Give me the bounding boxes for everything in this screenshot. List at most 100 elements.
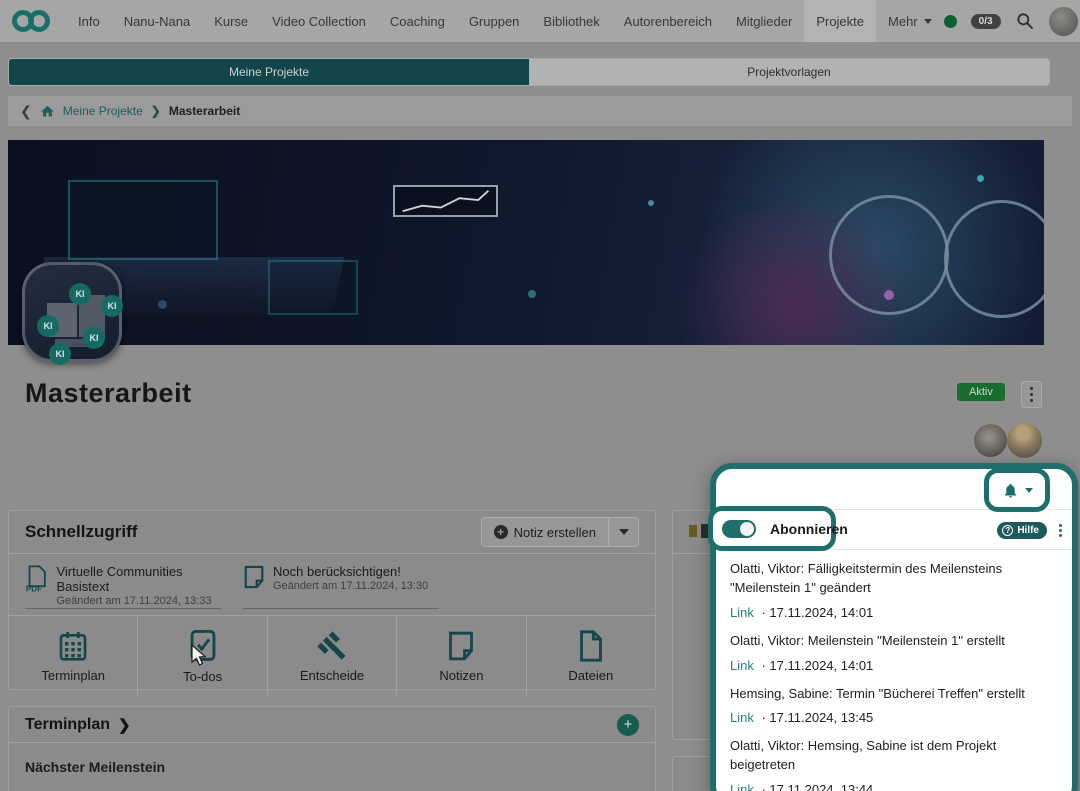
shortcut-label: Notizen bbox=[439, 668, 483, 683]
panel-options-button[interactable] bbox=[1059, 529, 1062, 532]
schedule-title-link[interactable]: Terminplan ❯ bbox=[25, 716, 131, 734]
member-avatar[interactable] bbox=[1007, 423, 1042, 458]
notification-timestamp: · 17.11.2024, 14:01 bbox=[761, 605, 873, 620]
main-nav: Info Nanu-Nana Kurse Video Collection Co… bbox=[66, 0, 944, 42]
notifications-list: Olatti, Viktor: Fälligkeitstermin des Me… bbox=[716, 550, 1072, 791]
ki-badge: KI bbox=[37, 315, 59, 337]
schedule-card: Terminplan ❯ + Nächster Meilenstein bbox=[8, 706, 656, 791]
nav-item-kurse[interactable]: Kurse bbox=[202, 0, 260, 42]
nav-item-mehr[interactable]: Mehr bbox=[876, 0, 944, 42]
mouse-cursor bbox=[190, 644, 208, 668]
nav-item-mitglieder[interactable]: Mitglieder bbox=[724, 0, 804, 42]
home-icon[interactable] bbox=[40, 104, 55, 119]
ki-badge: KI bbox=[69, 283, 91, 305]
nav-item-gruppen[interactable]: Gruppen bbox=[457, 0, 532, 42]
notification-item: Hemsing, Sabine: Termin "Bücherei Treffe… bbox=[730, 685, 1058, 726]
shortcut-label: Dateien bbox=[568, 668, 613, 683]
counter-badge[interactable]: 0/3 bbox=[971, 14, 1001, 29]
help-label: Hilfe bbox=[1017, 525, 1039, 536]
breadcrumb: ❮ Meine Projekte ❯ Masterarbeit bbox=[8, 96, 1072, 126]
next-milestone-label: Nächster Meilenstein bbox=[9, 743, 655, 791]
nav-item-info[interactable]: Info bbox=[66, 0, 112, 42]
infinity-logo-icon[interactable] bbox=[12, 10, 52, 32]
notifications-bell-dropdown[interactable] bbox=[984, 468, 1050, 512]
banner-chart-decoration bbox=[393, 185, 498, 217]
file-link-pdf[interactable]: PDF Virtuelle Communities Basistext Geän… bbox=[25, 564, 221, 609]
online-status-dot bbox=[944, 15, 957, 28]
shortcut-terminplan[interactable]: Terminplan bbox=[9, 616, 137, 696]
nav-item-autorenbereich[interactable]: Autorenbereich bbox=[612, 0, 724, 42]
subscribe-label: Abonnieren bbox=[770, 521, 848, 537]
tab-projektvorlagen[interactable]: Projektvorlagen bbox=[529, 59, 1049, 85]
nav-item-mehr-label: Mehr bbox=[888, 14, 918, 29]
notifications-panel-header bbox=[716, 469, 1072, 510]
search-icon[interactable] bbox=[1015, 11, 1035, 31]
subscribe-row: Abonnieren ? Hilfe bbox=[716, 510, 1072, 550]
create-note-button[interactable]: + Notiz erstellen bbox=[481, 517, 609, 547]
notification-timestamp: · 17.11.2024, 14:01 bbox=[761, 658, 873, 673]
notification-item: Olatti, Viktor: Meilenstein "Meilenstein… bbox=[730, 632, 1058, 673]
help-button[interactable]: ? Hilfe bbox=[997, 522, 1047, 539]
project-banner-image bbox=[8, 140, 1044, 345]
tab-meine-projekte[interactable]: Meine Projekte bbox=[9, 59, 529, 85]
svg-text:PDF: PDF bbox=[26, 585, 42, 594]
project-tabbar: Meine Projekte Projektvorlagen bbox=[8, 58, 1050, 86]
nav-item-video-collection[interactable]: Video Collection bbox=[260, 0, 378, 42]
chevron-down-icon bbox=[1025, 488, 1033, 493]
file-title: Virtuelle Communities Basistext bbox=[56, 564, 221, 594]
notification-item: Olatti, Viktor: Fälligkeitstermin des Me… bbox=[730, 560, 1058, 620]
calendar-icon bbox=[57, 630, 89, 662]
file-meta: Geändert am 17.11.2024, 13:33 bbox=[56, 595, 221, 607]
notification-link[interactable]: Link bbox=[730, 782, 754, 791]
quick-access-title: Schnellzugriff bbox=[25, 522, 137, 542]
member-avatar[interactable] bbox=[974, 424, 1007, 457]
nav-item-nanu-nana[interactable]: Nanu-Nana bbox=[112, 0, 203, 42]
question-icon: ? bbox=[1002, 525, 1013, 536]
project-options-button[interactable] bbox=[1021, 381, 1042, 408]
back-chevron-icon[interactable]: ❮ bbox=[20, 103, 32, 120]
subscribe-toggle[interactable] bbox=[722, 520, 756, 538]
chevron-right-icon: ❯ bbox=[118, 716, 131, 734]
shortcut-dateien[interactable]: Dateien bbox=[526, 616, 655, 696]
file-meta: Geändert am 17.11.2024, 13:30 bbox=[273, 580, 428, 592]
nav-item-projekte[interactable]: Projekte bbox=[804, 0, 876, 42]
status-badge: Aktiv bbox=[957, 383, 1005, 401]
notification-text: Olatti, Viktor: Meilenstein "Meilenstein… bbox=[730, 632, 1058, 651]
breadcrumb-current: Masterarbeit bbox=[169, 104, 240, 118]
pdf-file-icon: PDF bbox=[25, 564, 48, 594]
ki-badge: KI bbox=[83, 327, 105, 349]
notification-timestamp: · 17.11.2024, 13:45 bbox=[761, 710, 873, 725]
top-navbar: Info Nanu-Nana Kurse Video Collection Co… bbox=[0, 0, 1080, 42]
notifications-panel: Abonnieren ? Hilfe Olatti, Viktor: Fälli… bbox=[710, 463, 1078, 791]
notification-item: Olatti, Viktor: Hemsing, Sabine ist dem … bbox=[730, 737, 1058, 791]
file-title: Noch berücksichtigen! bbox=[273, 564, 428, 579]
add-appointment-button[interactable]: + bbox=[617, 714, 639, 736]
shortcut-label: Terminplan bbox=[41, 668, 105, 683]
ki-badge: KI bbox=[101, 295, 123, 317]
quick-access-card: Schnellzugriff + Notiz erstellen PDF Vir… bbox=[8, 510, 656, 690]
user-avatar[interactable] bbox=[1049, 7, 1078, 36]
nav-item-bibliothek[interactable]: Bibliothek bbox=[531, 0, 611, 42]
file-link-note[interactable]: Noch berücksichtigen! Geändert am 17.11.… bbox=[243, 564, 439, 609]
project-thumbnail[interactable]: KI KI KI KI KI bbox=[22, 262, 122, 362]
notification-timestamp: · 17.11.2024, 13:44 bbox=[761, 782, 873, 791]
chevron-right-icon: ❯ bbox=[151, 104, 161, 118]
nav-item-coaching[interactable]: Coaching bbox=[378, 0, 457, 42]
breadcrumb-parent-link[interactable]: Meine Projekte bbox=[63, 104, 143, 118]
notification-link[interactable]: Link bbox=[730, 710, 754, 725]
file-icon bbox=[578, 630, 604, 662]
schedule-title: Terminplan bbox=[25, 716, 110, 734]
notification-link[interactable]: Link bbox=[730, 658, 754, 673]
shortcut-notizen[interactable]: Notizen bbox=[396, 616, 525, 696]
ki-badge: KI bbox=[49, 343, 71, 365]
note-icon bbox=[447, 630, 475, 662]
shortcut-entscheide[interactable]: Entscheide bbox=[267, 616, 396, 696]
notification-text: Hemsing, Sabine: Termin "Bücherei Treffe… bbox=[730, 685, 1058, 704]
create-note-dropdown-button[interactable] bbox=[609, 517, 639, 547]
note-icon bbox=[243, 564, 265, 590]
notification-text: Olatti, Viktor: Hemsing, Sabine ist dem … bbox=[730, 737, 1058, 775]
notification-link[interactable]: Link bbox=[730, 605, 754, 620]
page-title: Masterarbeit bbox=[25, 378, 192, 409]
shortcut-label: To-dos bbox=[183, 669, 222, 684]
chevron-down-icon bbox=[619, 529, 629, 535]
